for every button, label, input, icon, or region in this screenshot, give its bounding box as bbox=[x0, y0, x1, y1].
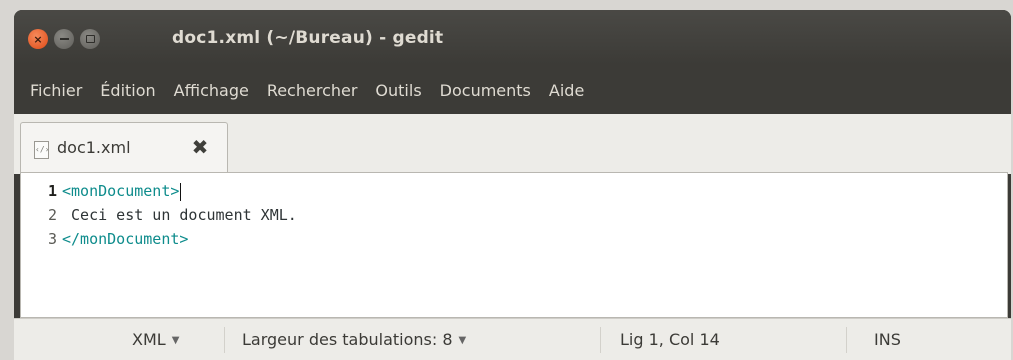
window-title: doc1.xml (~/Bureau) - gedit bbox=[172, 28, 444, 48]
insert-mode: INS bbox=[874, 330, 901, 349]
minimize-window-button[interactable] bbox=[54, 29, 74, 49]
code-line[interactable]: <monDocument> bbox=[62, 179, 1007, 203]
code-line[interactable]: Ceci est un document XML. bbox=[62, 203, 1007, 227]
tab-label: doc1.xml bbox=[57, 138, 131, 157]
maximize-icon bbox=[85, 35, 95, 43]
xml-open-tag: <monDocument> bbox=[62, 182, 180, 200]
title-bar[interactable]: × doc1.xml (~/Bureau) - gedit bbox=[14, 10, 1011, 64]
minimize-icon bbox=[59, 38, 69, 40]
menu-aide[interactable]: Aide bbox=[547, 81, 586, 100]
maximize-window-button[interactable] bbox=[80, 29, 100, 49]
gedit-window: × doc1.xml (~/Bureau) - gedit Fichier Éd… bbox=[14, 10, 1011, 360]
menu-fichier[interactable]: Fichier bbox=[28, 81, 84, 100]
xml-file-icon: ‹/› bbox=[34, 141, 49, 159]
line-number: 2 bbox=[47, 206, 57, 224]
xml-close-tag: </monDocument> bbox=[62, 230, 189, 248]
menu-edition[interactable]: Édition bbox=[98, 81, 157, 100]
close-window-button[interactable]: × bbox=[28, 29, 48, 49]
tab-width-label: Largeur des tabulations: 8 bbox=[242, 330, 453, 349]
text-editor[interactable]: 1 2 3 <monDocument> Ceci est un document… bbox=[20, 172, 1008, 318]
dropdown-arrow-icon: ▼ bbox=[458, 335, 467, 346]
status-divider bbox=[600, 327, 601, 353]
xml-text-content: Ceci est un document XML. bbox=[62, 206, 297, 224]
status-divider bbox=[846, 327, 847, 353]
status-divider bbox=[224, 327, 225, 353]
close-icon: × bbox=[33, 32, 43, 46]
menu-affichage[interactable]: Affichage bbox=[172, 81, 251, 100]
status-bar: XML ▼ Largeur des tabulations: 8 ▼ Lig 1, … bbox=[14, 318, 1011, 360]
line-number: 3 bbox=[47, 230, 57, 248]
text-cursor bbox=[180, 182, 182, 201]
tab-width-selector[interactable]: Largeur des tabulations: 8 ▼ bbox=[242, 330, 466, 349]
menu-bar: Fichier Édition Affichage Rechercher Out… bbox=[14, 74, 1011, 106]
dropdown-arrow-icon: ▼ bbox=[171, 335, 180, 346]
close-tab-icon[interactable]: ✖ bbox=[189, 136, 211, 158]
cursor-position: Lig 1, Col 14 bbox=[620, 330, 720, 349]
code-area[interactable]: <monDocument> Ceci est un document XML. … bbox=[62, 179, 1007, 251]
line-number-gutter: 1 2 3 bbox=[21, 173, 61, 317]
menu-documents[interactable]: Documents bbox=[438, 81, 533, 100]
tab-bar: ‹/› doc1.xml ✖ bbox=[14, 114, 1011, 174]
menu-outils[interactable]: Outils bbox=[373, 81, 423, 100]
language-label: XML bbox=[132, 330, 166, 349]
menu-rechercher[interactable]: Rechercher bbox=[265, 81, 360, 100]
code-line[interactable]: </monDocument> bbox=[62, 227, 1007, 251]
language-selector[interactable]: XML ▼ bbox=[132, 330, 179, 349]
tab-doc1-xml[interactable]: ‹/› doc1.xml ✖ bbox=[20, 122, 228, 174]
line-number: 1 bbox=[47, 182, 57, 200]
